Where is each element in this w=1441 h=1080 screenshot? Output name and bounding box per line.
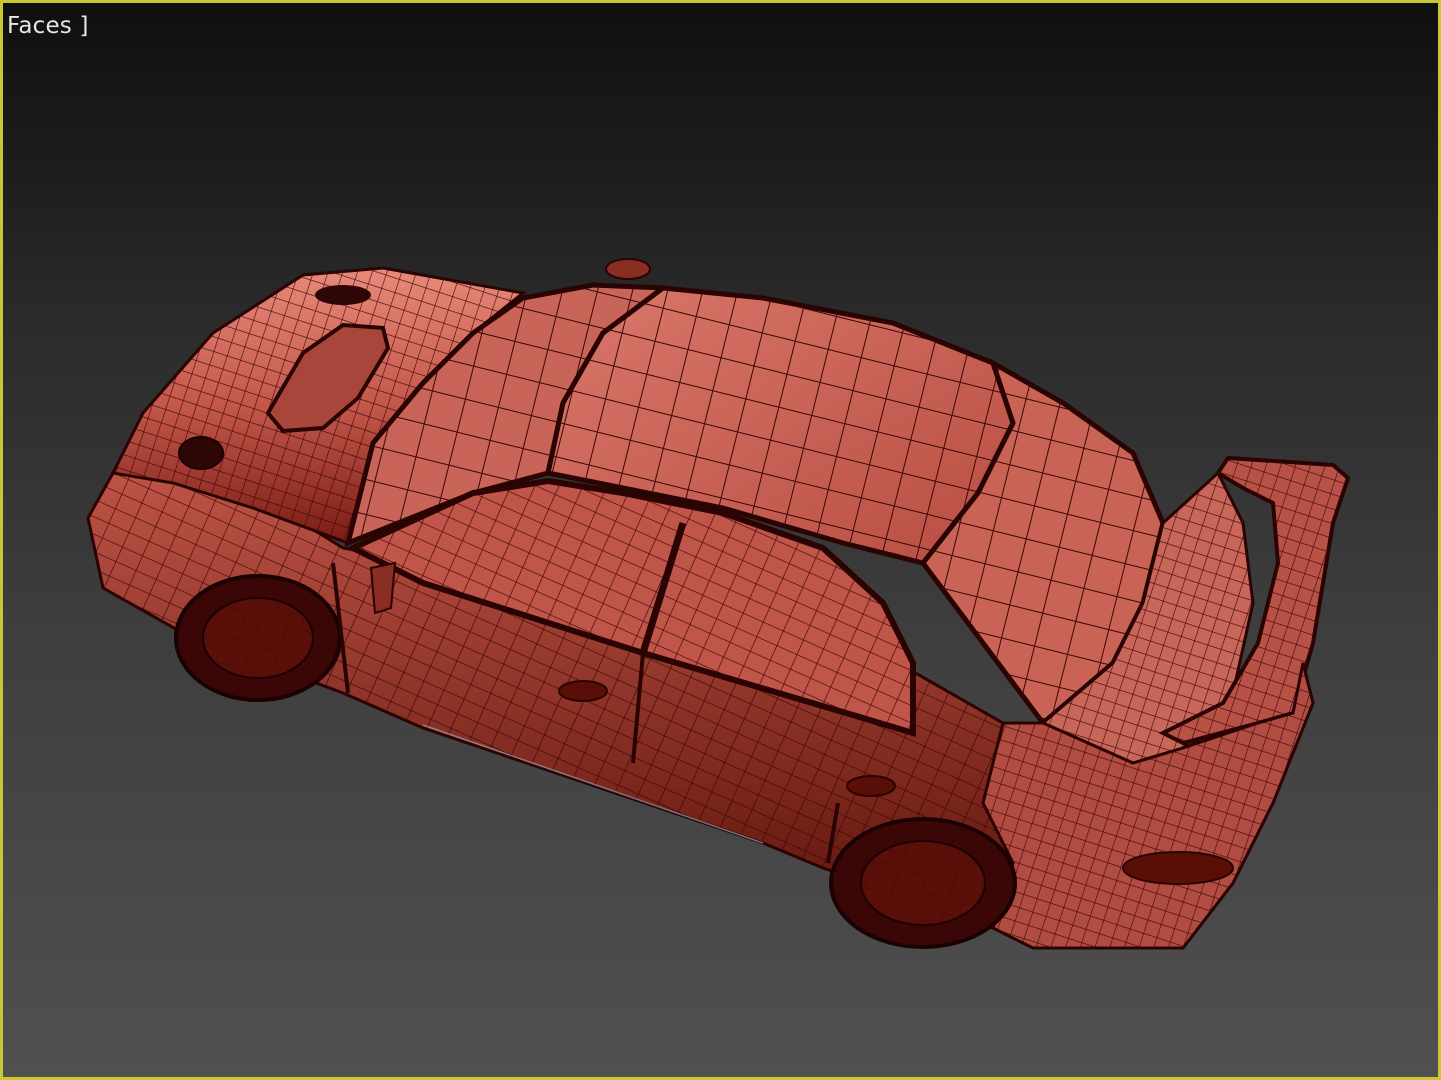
front-wheel [174, 574, 342, 702]
rear-wheel [829, 817, 1017, 949]
side-mirror [369, 561, 397, 615]
front-door-handle [558, 680, 608, 702]
hood-vent [315, 285, 371, 305]
3d-viewport[interactable]: Faces ] [0, 0, 1441, 1080]
car-wireframe-model[interactable] [3, 3, 1438, 1077]
roof-antenna [605, 258, 651, 280]
rear-door-handle [846, 775, 896, 797]
fog-light [178, 436, 224, 470]
tail-light [1122, 851, 1234, 885]
